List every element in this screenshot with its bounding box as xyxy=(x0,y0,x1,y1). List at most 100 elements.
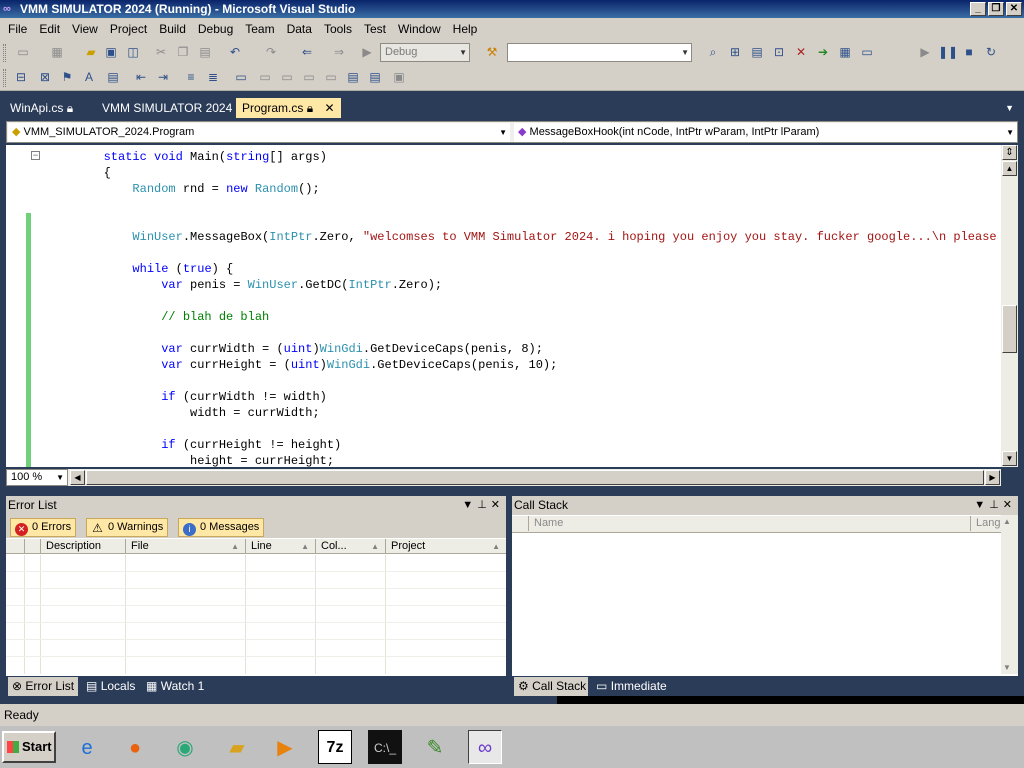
code-line[interactable] xyxy=(46,421,1001,437)
uncomment-icon[interactable]: ≣ xyxy=(204,69,222,86)
code-line[interactable]: if (currHeight != height) xyxy=(46,437,1001,453)
restart-icon[interactable]: ↻ xyxy=(982,44,1000,61)
start-debugging-icon[interactable]: ▶ xyxy=(358,44,376,61)
display-word-icon[interactable]: ▤ xyxy=(104,69,122,86)
code-line[interactable] xyxy=(46,245,1001,261)
code-line[interactable]: WinUser.MessageBox(IntPtr.Zero, "welcoms… xyxy=(46,229,1001,245)
toggle-bookmark-icon[interactable]: ▭ xyxy=(232,69,250,86)
code-line[interactable] xyxy=(46,325,1001,341)
minimize-button[interactable]: _ xyxy=(970,2,986,16)
copy-icon[interactable]: ❐ xyxy=(174,44,192,61)
find-combo[interactable]: ▼ xyxy=(507,43,692,62)
next-bookmark-folder-icon[interactable]: ▭ xyxy=(322,69,340,86)
code-line[interactable] xyxy=(46,373,1001,389)
internet-explorer-icon[interactable]: e xyxy=(70,730,104,764)
code-line[interactable] xyxy=(46,197,1001,213)
toolbar-grip[interactable] xyxy=(3,44,6,62)
open-file-icon[interactable]: ▰ xyxy=(82,44,100,61)
next-bookmark-doc-icon[interactable]: ▤ xyxy=(366,69,384,86)
parameter-info-icon[interactable]: ⊠ xyxy=(36,69,54,86)
properties-icon[interactable]: ▤ xyxy=(748,44,766,61)
start-button[interactable]: Start xyxy=(2,731,56,763)
column-description[interactable]: Description xyxy=(40,539,125,554)
code-line[interactable]: height = currHeight; xyxy=(46,453,1001,467)
firefox-icon[interactable]: ● xyxy=(118,730,152,764)
increase-indent-icon[interactable]: ⇥ xyxy=(154,69,172,86)
pin-icon[interactable]: ⊥ xyxy=(989,499,1003,511)
visual-studio-icon[interactable]: ∞ xyxy=(468,730,502,764)
error-list-rows[interactable] xyxy=(6,555,506,674)
close-icon[interactable]: ✕ xyxy=(491,499,504,511)
messages-filter-button[interactable]: i 0 Messages xyxy=(178,518,265,537)
navigate-forward-icon[interactable]: ⇒ xyxy=(330,44,348,61)
column-language[interactable]: Lang xyxy=(970,516,1002,531)
code-editor[interactable]: − static void Main(string[] args) { Rand… xyxy=(6,145,1001,467)
tab-program[interactable]: Program.cs 🔒︎ ✕ xyxy=(236,98,341,118)
menu-debug[interactable]: Debug xyxy=(192,18,239,40)
split-icon[interactable]: ⇕ xyxy=(1002,145,1017,160)
scroll-down-icon[interactable]: ▼ xyxy=(1003,663,1011,672)
tab-locals[interactable]: ▤ Locals xyxy=(82,677,138,696)
menu-file[interactable]: File xyxy=(2,18,33,40)
warnings-filter-button[interactable]: ⚠ 0 Warnings xyxy=(86,518,169,537)
redo-icon[interactable]: ↷ xyxy=(262,44,280,61)
solution-explorer-icon[interactable]: ⊞ xyxy=(726,44,744,61)
add-item-icon[interactable]: ▦ xyxy=(48,44,66,61)
menu-test[interactable]: Test xyxy=(358,18,392,40)
column-file[interactable]: File ▲ xyxy=(125,539,245,554)
code-line[interactable]: Random rnd = new Random(); xyxy=(46,181,1001,197)
window-position-icon[interactable]: ▼ xyxy=(462,499,477,511)
menu-team[interactable]: Team xyxy=(239,18,280,40)
types-combo[interactable]: ◆ VMM_SIMULATOR_2024.Program ▼ xyxy=(8,123,510,142)
comment-out-icon[interactable]: ≡ xyxy=(182,69,200,86)
navigate-backward-icon[interactable]: ⇐ xyxy=(298,44,316,61)
close-tab-icon[interactable]: ✕ xyxy=(324,101,334,115)
tab-watch-1[interactable]: ▦ Watch 1 xyxy=(142,677,210,696)
object-member-list-icon[interactable]: ⊟ xyxy=(12,69,30,86)
code-line[interactable]: // blah de blah xyxy=(46,309,1001,325)
decrease-indent-icon[interactable]: ⇤ xyxy=(132,69,150,86)
media-player-icon[interactable]: ▶ xyxy=(268,730,302,764)
undo-icon[interactable]: ↶ xyxy=(226,44,244,61)
tab-call-stack[interactable]: ⚙ Call Stack xyxy=(514,677,588,696)
7zip-icon[interactable]: 7z xyxy=(318,730,352,764)
zoom-combo[interactable]: 100 % ▼ xyxy=(6,469,68,486)
stop-debugging-icon[interactable]: ■ xyxy=(960,44,978,61)
previous-bookmark-doc-icon[interactable]: ▤ xyxy=(344,69,362,86)
menu-edit[interactable]: Edit xyxy=(33,18,66,40)
scrollbar-thumb[interactable] xyxy=(86,470,984,485)
next-bookmark-icon[interactable]: ▭ xyxy=(278,69,296,86)
tab-winapi[interactable]: WinApi.cs 🔒︎ xyxy=(4,98,79,118)
complete-word-icon[interactable]: A xyxy=(80,69,98,86)
scroll-down-icon[interactable]: ▼ xyxy=(1002,451,1017,466)
toolbox-icon[interactable]: ✕ xyxy=(792,44,810,61)
code-line[interactable] xyxy=(46,293,1001,309)
cut-icon[interactable]: ✂ xyxy=(152,44,170,61)
code-line[interactable]: var penis = WinUser.GetDC(IntPtr.Zero); xyxy=(46,277,1001,293)
code-line[interactable]: var currHeight = (uint)WinGdi.GetDeviceC… xyxy=(46,357,1001,373)
pin-icon[interactable]: ⊥ xyxy=(477,499,491,511)
toolbar-grip[interactable] xyxy=(3,69,6,87)
code-line[interactable]: while (true) { xyxy=(46,261,1001,277)
editor-horizontal-scrollbar[interactable]: 100 % ▼ ◀ ▶ xyxy=(6,469,1001,486)
window-position-icon[interactable]: ▼ xyxy=(974,499,989,511)
menu-project[interactable]: Project xyxy=(104,18,153,40)
code-line[interactable]: var currWidth = (uint)WinGdi.GetDeviceCa… xyxy=(46,341,1001,357)
menu-window[interactable]: Window xyxy=(392,18,447,40)
new-project-icon[interactable]: ▭ xyxy=(14,44,32,61)
scroll-left-icon[interactable]: ◀ xyxy=(70,470,85,485)
scrollbar-thumb[interactable] xyxy=(1002,305,1017,353)
column-index[interactable] xyxy=(24,539,40,554)
scroll-up-icon[interactable]: ▲ xyxy=(1002,161,1017,176)
console-icon[interactable]: C:\_ xyxy=(368,730,402,764)
column-marker[interactable] xyxy=(512,516,528,531)
close-button[interactable]: ✕ xyxy=(1006,2,1022,16)
scroll-up-icon[interactable]: ▲ xyxy=(1003,517,1011,526)
tab-error-list[interactable]: ⊗ Error List xyxy=(8,677,78,696)
menu-build[interactable]: Build xyxy=(153,18,192,40)
code-line[interactable]: if (currWidth != width) xyxy=(46,389,1001,405)
command-window-icon[interactable]: ▭ xyxy=(858,44,876,61)
object-browser-icon[interactable]: ⊡ xyxy=(770,44,788,61)
menu-help[interactable]: Help xyxy=(447,18,484,40)
code-line[interactable] xyxy=(46,213,1001,229)
